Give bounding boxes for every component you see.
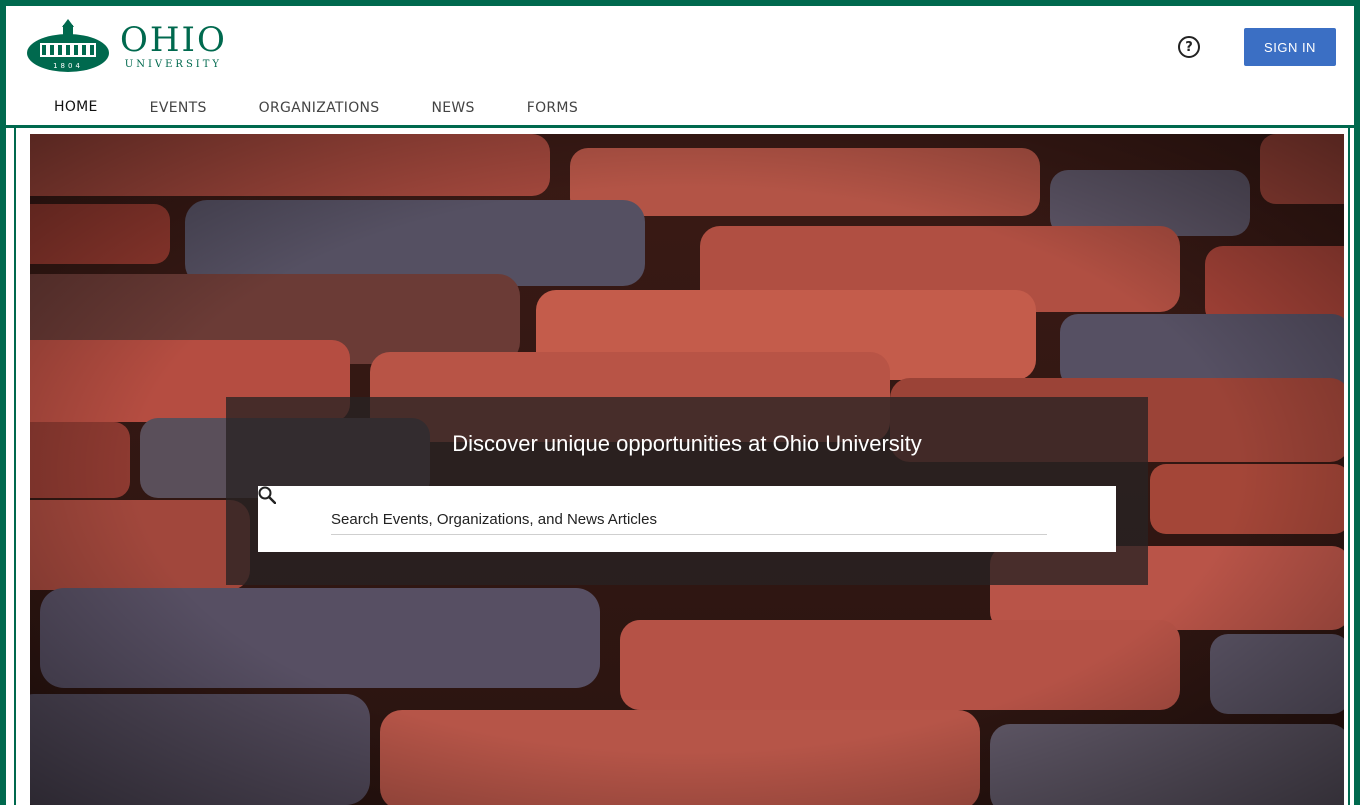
- frame-left-edge: [14, 128, 22, 805]
- logo-name: OHIO: [120, 19, 227, 60]
- nav-tab-forms[interactable]: FORMS: [501, 88, 604, 128]
- search-input[interactable]: [331, 504, 1047, 535]
- nav-tab-news[interactable]: NEWS: [405, 88, 500, 128]
- logo-subtitle: UNIVERSITY: [124, 58, 223, 70]
- seal-year: 1804: [53, 62, 83, 70]
- main-nav: HOME EVENTS ORGANIZATIONS NEWS FORMS: [28, 88, 604, 128]
- university-seal-icon: 1804: [27, 19, 109, 72]
- hero-banner: Discover unique opportunities at Ohio Un…: [30, 134, 1344, 805]
- nav-tab-organizations[interactable]: ORGANIZATIONS: [233, 88, 406, 128]
- nav-tab-home[interactable]: HOME: [28, 88, 124, 128]
- sign-in-button[interactable]: SIGN IN: [1244, 28, 1336, 66]
- logo-wordmark: OHIO UNIVERSITY: [120, 23, 227, 70]
- hero-headline: Discover unique opportunities at Ohio Un…: [452, 431, 922, 456]
- search-box[interactable]: [258, 486, 1116, 552]
- help-circle-icon[interactable]: ?: [1178, 36, 1200, 58]
- ohio-university-logo[interactable]: 1804 OHIO UNIVERSITY: [26, 18, 227, 74]
- search-panel: Discover unique opportunities at Ohio Un…: [226, 397, 1148, 585]
- site-header: 1804 OHIO UNIVERSITY ? SIGN IN HOME EVEN…: [6, 6, 1354, 128]
- nav-tab-events[interactable]: EVENTS: [124, 88, 233, 128]
- search-icon: [258, 486, 276, 504]
- help-glyph: ?: [1185, 39, 1193, 55]
